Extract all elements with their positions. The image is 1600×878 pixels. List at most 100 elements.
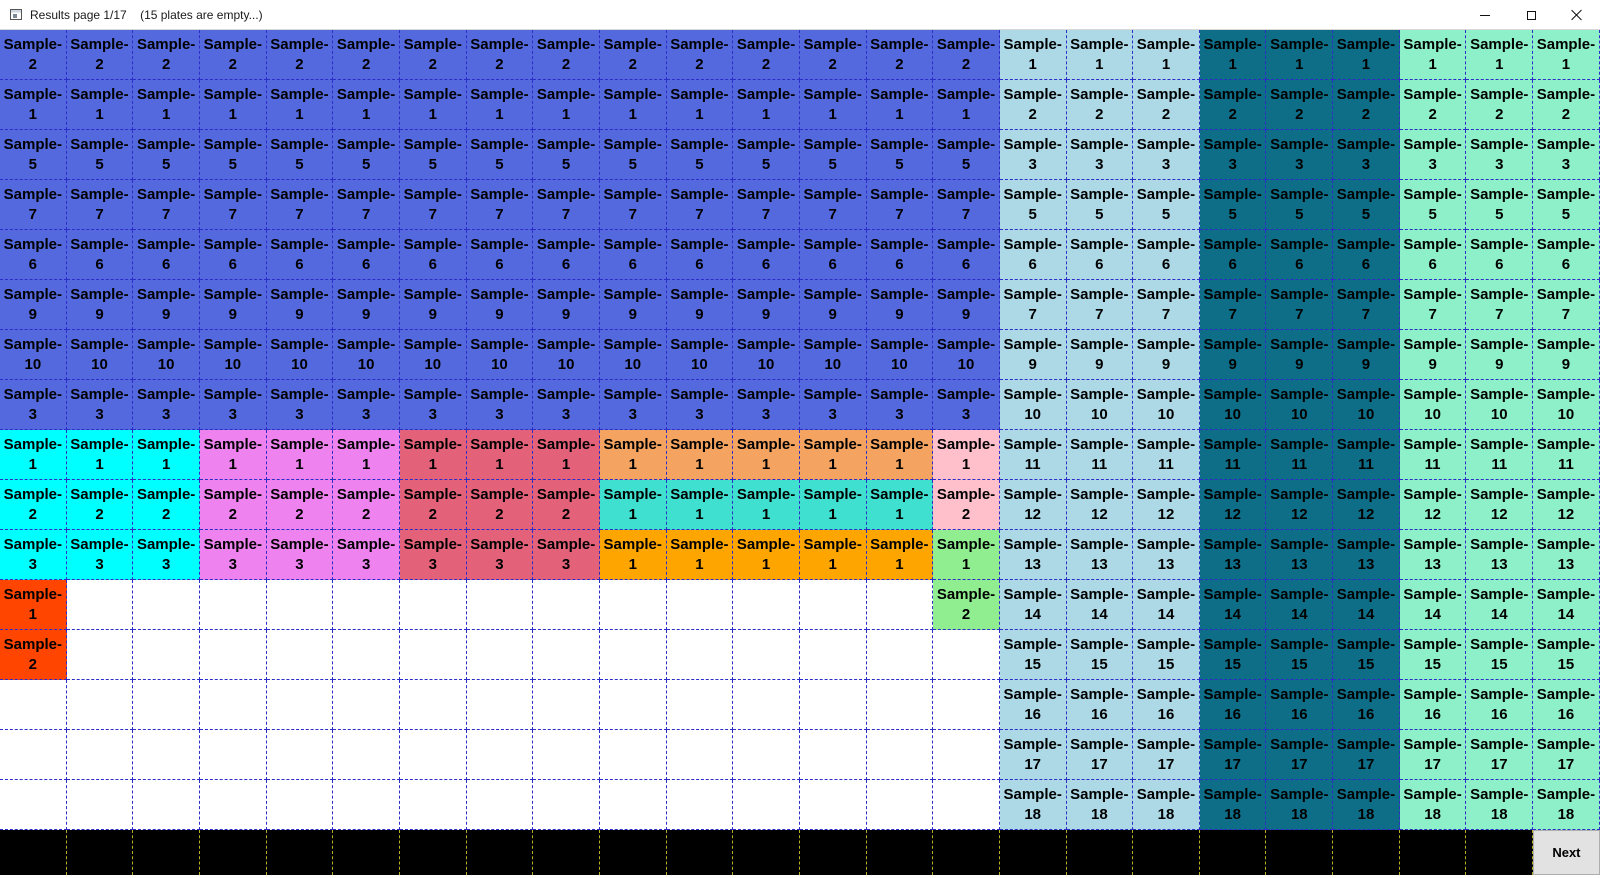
plate-cell[interactable]: Sample- 3 — [599, 380, 667, 430]
empty-plate-cell[interactable] — [733, 780, 800, 830]
plate-cell[interactable]: Sample- 1 — [133, 430, 200, 480]
plate-cell[interactable]: Sample- 5 — [1466, 180, 1534, 230]
plate-cell[interactable]: Sample- 1 — [66, 80, 134, 130]
plate-cell[interactable]: Sample- 9 — [0, 280, 67, 330]
empty-plate-cell[interactable] — [733, 580, 800, 630]
plate-cell[interactable]: Sample- 2 — [199, 480, 267, 530]
plate-cell[interactable]: Sample- 3 — [133, 380, 200, 430]
empty-plate-cell[interactable] — [933, 680, 1000, 730]
plate-cell[interactable]: Sample- 7 — [1466, 280, 1534, 330]
plate-cell[interactable]: Sample- 17 — [1399, 730, 1467, 780]
empty-plate-cell[interactable] — [799, 730, 867, 780]
plate-cell[interactable]: Sample- 1 — [533, 80, 600, 130]
plate-cell[interactable]: Sample- 10 — [799, 330, 867, 380]
plate-cell[interactable]: Sample- 18 — [1066, 780, 1134, 830]
plate-cell[interactable]: Sample- 7 — [533, 180, 600, 230]
plate-cell[interactable]: Sample- 6 — [1533, 230, 1600, 280]
plate-cell[interactable]: Sample- 10 — [1199, 380, 1267, 430]
plate-cell[interactable]: Sample- 2 — [933, 480, 1000, 530]
plate-cell[interactable]: Sample- 16 — [1266, 680, 1334, 730]
plate-cell[interactable]: Sample- 7 — [1266, 280, 1334, 330]
plate-cell[interactable]: Sample- 10 — [1066, 380, 1134, 430]
empty-plate-cell[interactable] — [199, 630, 267, 680]
empty-plate-cell[interactable] — [66, 630, 134, 680]
empty-plate-cell[interactable] — [199, 680, 267, 730]
plate-cell[interactable]: Sample- 12 — [1466, 480, 1534, 530]
plate-cell[interactable]: Sample- 1 — [599, 80, 667, 130]
plate-cell[interactable]: Sample- 3 — [0, 380, 67, 430]
plate-cell[interactable]: Sample- 7 — [999, 280, 1067, 330]
plate-cell[interactable]: Sample- 16 — [999, 680, 1067, 730]
plate-cell[interactable]: Sample- 1 — [266, 80, 334, 130]
plate-cell[interactable]: Sample- 15 — [1533, 630, 1600, 680]
plate-cell[interactable]: Sample- 2 — [1133, 80, 1200, 130]
plate-cell[interactable]: Sample- 2 — [666, 30, 734, 80]
plate-cell[interactable]: Sample- 1 — [1533, 30, 1600, 80]
plate-cell[interactable]: Sample- 7 — [1533, 280, 1600, 330]
plate-cell[interactable]: Sample- 3 — [0, 530, 67, 580]
plate-cell[interactable]: Sample- 10 — [1466, 380, 1534, 430]
plate-cell[interactable]: Sample- 9 — [1066, 330, 1134, 380]
plate-cell[interactable]: Sample- 6 — [1266, 230, 1334, 280]
empty-plate-cell[interactable] — [733, 630, 800, 680]
plate-cell[interactable]: Sample- 2 — [799, 30, 867, 80]
plate-cell[interactable]: Sample- 7 — [0, 180, 67, 230]
plate-cell[interactable]: Sample- 5 — [1266, 180, 1334, 230]
plate-cell[interactable]: Sample- 5 — [399, 130, 467, 180]
plate-cell[interactable]: Sample- 12 — [1199, 480, 1267, 530]
plate-cell[interactable]: Sample- 6 — [0, 230, 67, 280]
plate-cell[interactable]: Sample- 7 — [1399, 280, 1467, 330]
plate-cell[interactable]: Sample- 10 — [1399, 380, 1467, 430]
plate-cell[interactable]: Sample- 7 — [666, 180, 734, 230]
empty-plate-cell[interactable] — [533, 630, 600, 680]
plate-cell[interactable]: Sample- 7 — [733, 180, 800, 230]
plate-cell[interactable]: Sample- 10 — [933, 330, 1000, 380]
plate-cell[interactable]: Sample- 2 — [1266, 80, 1334, 130]
plate-cell[interactable]: Sample- 2 — [599, 30, 667, 80]
plate-cell[interactable]: Sample- 3 — [66, 380, 134, 430]
plate-cell[interactable]: Sample- 7 — [399, 180, 467, 230]
plate-cell[interactable]: Sample- 10 — [466, 330, 534, 380]
empty-plate-cell[interactable] — [0, 780, 67, 830]
plate-cell[interactable]: Sample- 6 — [466, 230, 534, 280]
empty-plate-cell[interactable] — [0, 680, 67, 730]
plate-cell[interactable]: Sample- 17 — [1199, 730, 1267, 780]
plate-cell[interactable]: Sample- 5 — [733, 130, 800, 180]
plate-cell[interactable]: Sample- 7 — [133, 180, 200, 230]
empty-plate-cell[interactable] — [666, 780, 734, 830]
empty-plate-cell[interactable] — [799, 780, 867, 830]
plate-cell[interactable]: Sample- 1 — [799, 80, 867, 130]
empty-plate-cell[interactable] — [533, 780, 600, 830]
plate-cell[interactable]: Sample- 13 — [1399, 530, 1467, 580]
empty-plate-cell[interactable] — [333, 780, 400, 830]
plate-cell[interactable]: Sample- 5 — [599, 130, 667, 180]
plate-cell[interactable]: Sample- 9 — [199, 280, 267, 330]
plate-cell[interactable]: Sample- 18 — [1199, 780, 1267, 830]
plate-cell[interactable]: Sample- 10 — [66, 330, 134, 380]
plate-cell[interactable]: Sample- 1 — [1199, 30, 1267, 80]
plate-cell[interactable]: Sample- 3 — [399, 380, 467, 430]
plate-cell[interactable]: Sample- 18 — [1333, 780, 1400, 830]
plate-cell[interactable]: Sample- 15 — [1199, 630, 1267, 680]
plate-cell[interactable]: Sample- 2 — [0, 630, 67, 680]
plate-cell[interactable]: Sample- 15 — [1133, 630, 1200, 680]
plate-cell[interactable]: Sample- 9 — [1533, 330, 1600, 380]
plate-cell[interactable]: Sample- 2 — [133, 30, 200, 80]
plate-cell[interactable]: Sample- 1 — [333, 430, 400, 480]
empty-plate-cell[interactable] — [466, 630, 534, 680]
plate-cell[interactable]: Sample- 14 — [1399, 580, 1467, 630]
plate-cell[interactable]: Sample- 10 — [1133, 380, 1200, 430]
plate-cell[interactable]: Sample- 5 — [1533, 180, 1600, 230]
plate-cell[interactable]: Sample- 2 — [466, 480, 534, 530]
plate-cell[interactable]: Sample- 1 — [799, 430, 867, 480]
plate-cell[interactable]: Sample- 1 — [733, 430, 800, 480]
empty-plate-cell[interactable] — [133, 680, 200, 730]
plate-cell[interactable]: Sample- 6 — [199, 230, 267, 280]
plate-cell[interactable]: Sample- 11 — [1333, 430, 1400, 480]
empty-plate-cell[interactable] — [133, 580, 200, 630]
empty-plate-cell[interactable] — [933, 730, 1000, 780]
plate-cell[interactable]: Sample- 9 — [799, 280, 867, 330]
plate-cell[interactable]: Sample- 5 — [666, 130, 734, 180]
plate-cell[interactable]: Sample- 2 — [466, 30, 534, 80]
plate-cell[interactable]: Sample- 6 — [933, 230, 1000, 280]
